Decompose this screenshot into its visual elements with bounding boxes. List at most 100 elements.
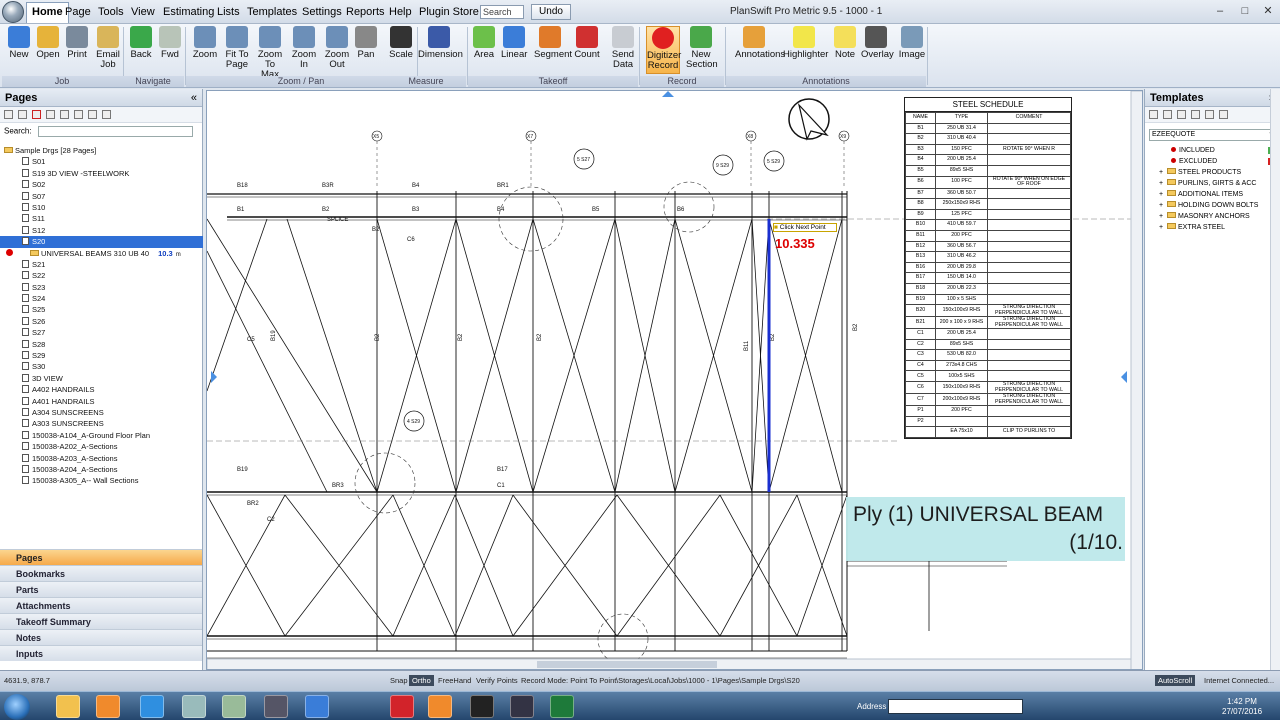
tree-page[interactable]: S22 xyxy=(0,270,203,281)
nav-attachments[interactable]: Attachments xyxy=(0,597,202,613)
minimize-icon[interactable]: – xyxy=(1211,4,1229,19)
address-input[interactable] xyxy=(888,699,1023,714)
template-item[interactable]: + STEEL PRODUCTS xyxy=(1159,167,1280,178)
app-menu-orb-icon[interactable] xyxy=(2,1,24,23)
highlighter-button[interactable]: Highlighter xyxy=(783,26,828,74)
tree-page[interactable]: S21 xyxy=(0,259,203,270)
pages-search-input[interactable] xyxy=(37,126,193,137)
tree-page[interactable]: 150038-A203_A-Sections xyxy=(0,453,203,464)
excel-icon[interactable] xyxy=(550,695,574,718)
template-item[interactable]: + MASONRY ANCHORS xyxy=(1159,211,1280,222)
nav-bookmarks[interactable]: Bookmarks xyxy=(0,565,202,581)
tree-page[interactable]: S30 xyxy=(0,361,203,372)
template-item[interactable]: + EXTRA STEEL xyxy=(1159,222,1280,233)
tree-page[interactable]: 150038-A204_A-Sections xyxy=(0,464,203,475)
record-mode[interactable]: Record Mode: Point To Point xyxy=(521,676,616,685)
tree-page[interactable]: S24 xyxy=(0,293,203,304)
linear-button[interactable]: Linear xyxy=(501,26,527,74)
zoom-in-button[interactable]: Zoom In xyxy=(290,26,318,74)
maximize-icon[interactable]: □ xyxy=(1236,4,1254,19)
zoom-out-button[interactable]: Zoom Out xyxy=(323,26,351,74)
refresh-icon[interactable] xyxy=(60,110,69,119)
tree-page[interactable]: A401 HANDRAILS xyxy=(0,396,203,407)
template-item[interactable]: INCLUDED xyxy=(1159,145,1280,156)
edit-icon[interactable] xyxy=(1177,110,1186,119)
tree-page[interactable]: S20 xyxy=(0,236,203,248)
back-button[interactable]: Back xyxy=(128,26,154,74)
expand-icon[interactable] xyxy=(1205,110,1214,119)
menu-plugin-store[interactable]: Plugin Store xyxy=(416,4,482,21)
add-page-icon[interactable] xyxy=(18,110,27,119)
settings-app-icon[interactable] xyxy=(510,695,534,718)
tree-page[interactable]: S25 xyxy=(0,304,203,315)
freehand-toggle[interactable]: FreeHand xyxy=(438,676,471,685)
new-button[interactable]: New xyxy=(6,26,32,74)
tree-page[interactable]: 3D VIEW xyxy=(0,373,203,384)
expand-icon[interactable] xyxy=(88,110,97,119)
drawing-canvas[interactable]: X5 X7 X8 X9 5 S27 9 S29 5 S29 4 S29 B1 B2 B3 B4 B5 B6… xyxy=(206,90,1143,670)
start-button-icon[interactable] xyxy=(4,694,30,720)
outlook-icon[interactable] xyxy=(428,695,452,718)
new-section-button[interactable]: New Section xyxy=(686,26,718,74)
template-item[interactable]: EXCLUDED xyxy=(1159,156,1280,167)
nav-pages[interactable]: Pages xyxy=(0,549,202,565)
delete-icon[interactable] xyxy=(32,110,41,119)
vector-app-icon[interactable] xyxy=(222,695,246,718)
collapse-icon[interactable] xyxy=(102,110,111,119)
forward-button[interactable]: Fwd xyxy=(157,26,183,74)
folder-add-icon[interactable] xyxy=(4,110,13,119)
tree-page[interactable]: S01 xyxy=(0,156,203,167)
file-explorer-icon[interactable] xyxy=(56,695,80,718)
tree-page[interactable]: 150038-A202_A-Sections xyxy=(0,441,203,452)
print-button[interactable]: Print xyxy=(64,26,90,74)
expand-plus-icon[interactable]: + xyxy=(1159,178,1167,189)
tree-page[interactable]: S28 xyxy=(0,339,203,350)
sort-icon[interactable] xyxy=(74,110,83,119)
nav-takeoff-summary[interactable]: Takeoff Summary xyxy=(0,613,202,629)
template-dropdown[interactable]: EZEEQUOTE▾ xyxy=(1149,129,1276,141)
note-button[interactable]: Note xyxy=(832,26,858,74)
email-button[interactable]: Email Job xyxy=(93,26,123,74)
scale-button[interactable]: Scale xyxy=(388,26,414,74)
tree-page[interactable]: 150038-A104_A-Ground Floor Plan xyxy=(0,430,203,441)
menu-estimating[interactable]: Estimating xyxy=(160,4,217,21)
area-button[interactable]: Area xyxy=(471,26,497,74)
tree-page[interactable]: S12 xyxy=(0,225,203,236)
menu-view[interactable]: View xyxy=(128,4,158,21)
templates-scrollbar[interactable] xyxy=(1270,89,1280,670)
tree-page[interactable]: A304 SUNSCREENS xyxy=(0,407,203,418)
tree-folder[interactable]: Sample Drgs [28 Pages] xyxy=(0,145,203,156)
menu-help[interactable]: Help xyxy=(386,4,415,21)
properties-icon[interactable] xyxy=(46,110,55,119)
expand-plus-icon[interactable]: + xyxy=(1159,200,1167,211)
expand-plus-icon[interactable]: + xyxy=(1159,211,1167,222)
menu-reports[interactable]: Reports xyxy=(343,4,388,21)
refresh-icon[interactable] xyxy=(1163,110,1172,119)
menu-settings[interactable]: Settings xyxy=(299,4,345,21)
media-player-icon[interactable] xyxy=(96,695,120,718)
tree-page[interactable]: 150038-A305_A-- Wall Sections xyxy=(0,475,203,486)
tree-page[interactable]: S02 xyxy=(0,179,203,190)
tree-page[interactable]: S23 xyxy=(0,282,203,293)
paint-icon[interactable] xyxy=(182,695,206,718)
nav-notes[interactable]: Notes xyxy=(0,629,202,645)
copy-icon[interactable] xyxy=(1191,110,1200,119)
planswift-icon[interactable] xyxy=(470,695,494,718)
zoom-max-button[interactable]: Zoom To Max xyxy=(256,26,284,80)
pan-button[interactable]: Pan xyxy=(354,26,378,74)
record-button[interactable]: Digitizer Record xyxy=(646,26,681,74)
tree-page[interactable]: S10 xyxy=(0,202,203,213)
kaspersky-icon[interactable] xyxy=(390,695,414,718)
chip-app-icon[interactable] xyxy=(264,695,288,718)
tree-page[interactable]: S19 3D VIEW -STEELWORK xyxy=(0,168,203,179)
template-item[interactable]: + PURLINS, GIRTS & ACC xyxy=(1159,178,1280,189)
tree-page[interactable]: S29 xyxy=(0,350,203,361)
fit-page-button[interactable]: Fit To Page xyxy=(223,26,251,74)
expand-plus-icon[interactable]: + xyxy=(1159,167,1167,178)
overlay-button[interactable]: Overlay xyxy=(861,26,894,74)
menu-lists[interactable]: Lists xyxy=(214,4,243,21)
menu-page[interactable]: Page xyxy=(62,4,94,21)
count-button[interactable]: Count xyxy=(574,26,600,74)
nav-inputs[interactable]: Inputs xyxy=(0,645,202,661)
collapse-icon[interactable] xyxy=(1219,110,1228,119)
